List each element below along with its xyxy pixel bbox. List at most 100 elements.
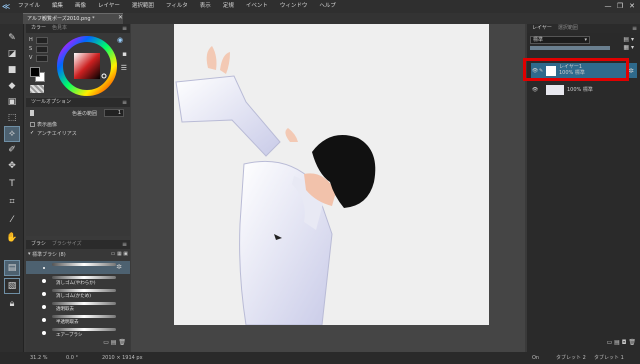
tab-color[interactable]: カラー: [28, 24, 49, 33]
status-bar: 31.2 % 0.0 ° 2010 × 1914 px On タブレット 2 タ…: [0, 352, 640, 364]
checkbox-row-antialias[interactable]: ✓ アンチエイリアス: [30, 130, 77, 138]
panel-menu-icon[interactable]: ≡: [122, 24, 127, 33]
brush-row[interactable]: 透明取去: [26, 300, 130, 313]
v-input[interactable]: [36, 55, 48, 62]
brush-list: ✲ 消しゴム(やわらか) 消しゴム(かため) 透明取去半透明取去 エアーブラシ: [26, 261, 130, 339]
color-panel-header: カラー 色見本 ≡: [26, 24, 130, 33]
artboard[interactable]: [174, 24, 489, 325]
app-logo-icon[interactable]: ≪: [0, 0, 12, 13]
checkbox-antialias-checked-icon[interactable]: ✓: [30, 131, 35, 136]
brush-panel-header: ブラシ ブラシサイズ ≡: [26, 240, 130, 249]
zoom-status[interactable]: 31.2 %: [30, 352, 47, 364]
brush-row[interactable]: 消しゴム(かため): [26, 287, 130, 300]
square-mode-icon[interactable]: ▪: [122, 50, 127, 58]
layer-thumbnail: [546, 84, 564, 95]
checkbox-label: 表示画像: [37, 122, 58, 128]
tab-brush[interactable]: ブラシ: [28, 240, 49, 249]
magic-wand-tool-icon[interactable]: ⟡: [4, 126, 20, 142]
panel-menu-icon[interactable]: ≡: [122, 240, 127, 249]
close-button[interactable]: ✕: [626, 0, 638, 13]
maximize-button[interactable]: ❐: [614, 0, 626, 13]
eyedropper-tool-icon[interactable]: ⁄: [4, 212, 20, 228]
document-tab-close-icon[interactable]: ✕: [118, 14, 123, 21]
panel-menu-icon[interactable]: ≡: [632, 24, 637, 33]
select-pen-tool-icon[interactable]: ✐: [4, 142, 20, 158]
gear-icon[interactable]: ✲: [628, 67, 634, 75]
crop-tool-icon[interactable]: ⌗: [4, 194, 20, 210]
layer-row[interactable]: 👁︎ 100% 標準: [531, 82, 637, 97]
h-label: H: [29, 37, 33, 43]
brush-label: 消しゴム(やわらか): [56, 281, 96, 286]
gradient-tool-icon[interactable]: ▣: [4, 94, 20, 110]
tablet-mode[interactable]: タブレット 1: [594, 352, 624, 364]
menu-item[interactable]: ウィンドウ: [274, 0, 314, 13]
checkbox-row-display-image[interactable]: 表示画像: [30, 121, 57, 128]
hand-tool-icon[interactable]: ✋: [4, 230, 20, 246]
move-tool-icon[interactable]: ✥: [4, 158, 20, 174]
menu-item[interactable]: レイヤー: [92, 0, 126, 13]
color-wheel[interactable]: [57, 36, 117, 96]
brush-label: 半透明取去: [56, 320, 79, 325]
panel-menu-icon[interactable]: ≡: [122, 98, 127, 107]
tool-options-title: ツールオプション: [31, 99, 72, 105]
layer-options-icon[interactable]: ▦ ▾: [623, 44, 634, 51]
blend-mode-select[interactable]: 標準 ▾: [530, 36, 590, 44]
checkbox-display-image[interactable]: [30, 122, 35, 127]
brush-group-row[interactable]: ▾ 標準ブラシ (8) ▭ ▦ ▣: [28, 251, 128, 258]
minimize-button[interactable]: —: [602, 0, 614, 13]
shape-tool-icon[interactable]: ■: [4, 62, 20, 78]
pen-tool-icon[interactable]: ✎: [4, 30, 20, 46]
foreground-color-swatch[interactable]: [30, 67, 40, 77]
tool-bar: ✎ ◪ ■ ◆ ▣ ⬚ ⟡ ✐ ✥ T ⌗ ⁄ ✋ ▤ ▧ 🔒︎: [0, 24, 24, 352]
document-tab[interactable]: アルフ観覧ポーズ2010.png *: [23, 13, 123, 24]
brush-panel: ブラシ ブラシサイズ ≡ ▾ 標準ブラシ (8) ▭ ▦ ▣ ✲ 消しゴム(やわら…: [26, 240, 130, 352]
menu-item[interactable]: ファイル: [12, 0, 46, 13]
draw-mode-icon[interactable]: ▤: [4, 260, 20, 276]
layer-info: 100% 標準: [567, 87, 593, 93]
visibility-eye-icon[interactable]: 👁︎: [531, 87, 539, 93]
palette-mode-icon[interactable]: ☰: [121, 64, 127, 72]
chevron-down-icon: ▾: [584, 37, 587, 43]
h-input[interactable]: [36, 37, 48, 44]
transparent-swatch[interactable]: [30, 85, 44, 93]
canvas-area[interactable]: [131, 24, 525, 352]
tab-layers[interactable]: レイヤー: [529, 24, 555, 33]
gear-icon[interactable]: ✲: [116, 263, 122, 271]
menu-item[interactable]: 定規: [217, 0, 240, 13]
brush-group-tools-icon[interactable]: ▭ ▦ ▣: [111, 251, 128, 258]
menu-item[interactable]: 編集: [46, 0, 69, 13]
lock-icon[interactable]: 🔒︎: [4, 296, 20, 312]
checkbox-label: アンチエイリアス: [37, 131, 77, 137]
menu-item[interactable]: イベント: [240, 0, 274, 13]
brush-tip-icon: [42, 291, 46, 296]
tab-swatches[interactable]: 色見本: [49, 24, 70, 33]
menu-item[interactable]: 選択範囲: [126, 0, 160, 13]
fill-tool-icon[interactable]: ◆: [4, 78, 20, 94]
s-input[interactable]: [36, 46, 48, 53]
tolerance-input[interactable]: 1: [104, 109, 124, 117]
brush-row[interactable]: エアーブラシ: [26, 326, 130, 339]
layer-footer-icons[interactable]: ▭ ▤ ◘ 🗑︎: [607, 339, 636, 346]
eraser-tool-icon[interactable]: ◪: [4, 46, 20, 62]
brush-row[interactable]: 半透明取去: [26, 313, 130, 326]
layer-lock-icons[interactable]: ▤ ▾: [623, 36, 634, 43]
rotation-status[interactable]: 0.0 °: [66, 352, 78, 364]
mask-mode-icon[interactable]: ▧: [4, 278, 20, 294]
select-tool-icon[interactable]: ⬚: [4, 110, 20, 126]
text-tool-icon[interactable]: T: [4, 176, 20, 192]
brush-row[interactable]: 消しゴム(やわらか): [26, 274, 130, 287]
menu-item[interactable]: 表示: [194, 0, 217, 13]
opacity-slider[interactable]: [530, 46, 610, 50]
menu-item[interactable]: 画像: [69, 0, 92, 13]
brush-group-label: 標準ブラシ (8): [32, 252, 66, 258]
brush-label: 消しゴム(かため): [56, 294, 92, 299]
brush-footer-icons[interactable]: ▭ ▤ 🗑︎: [103, 339, 126, 346]
brush-row[interactable]: ✲: [26, 261, 130, 274]
menu-item[interactable]: ヘルプ: [313, 0, 342, 13]
wheel-mode-icon[interactable]: ◉: [117, 36, 127, 46]
tab-brush-size[interactable]: ブラシサイズ: [49, 240, 85, 249]
v-label: V: [29, 55, 33, 61]
menu-item[interactable]: フィルタ: [160, 0, 194, 13]
tool-options-panel: ツールオプション ≡ 色差の範囲 1 表示画像 ✓ アンチエイリアス: [26, 98, 130, 236]
tab-selection[interactable]: 選択範囲: [555, 24, 581, 33]
